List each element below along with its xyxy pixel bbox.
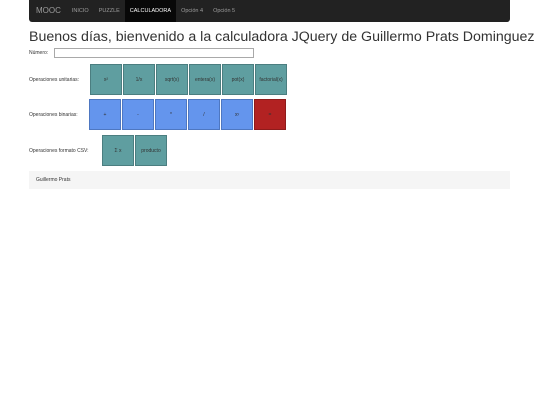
csv-operations-label: Operaciones formato CSV: (29, 148, 89, 154)
nav-item-puzzle[interactable]: PUZZLE (94, 0, 125, 22)
reciprocal-button[interactable]: 1/x (123, 64, 155, 95)
exponent-button[interactable]: xʸ (221, 99, 253, 130)
binary-operations-label: Operaciones binarias: (29, 112, 78, 118)
csv-operations-buttons: Σ x producto (102, 135, 167, 166)
subtract-button[interactable]: - (122, 99, 154, 130)
numero-label: Número: (29, 50, 49, 56)
integer-part-button[interactable]: entera(x) (189, 64, 221, 95)
nav-item-inicio[interactable]: INICIO (67, 0, 94, 22)
sqrt-button[interactable]: sqrt(x) (156, 64, 188, 95)
multiply-button[interactable]: * (155, 99, 187, 130)
nav-item-opcion-4[interactable]: Opción 4 (176, 0, 208, 22)
sum-button[interactable]: Σ x (102, 135, 134, 166)
numero-input[interactable] (54, 48, 254, 58)
binary-operations-buttons: + - * / xʸ = (89, 99, 286, 130)
unitary-operations-label: Operaciones unitarias: (29, 77, 80, 83)
page-title: Buenos días, bienvenido a la calculadora… (29, 29, 535, 45)
top-navbar: MOOC INICIO PUZZLE CALCULADORA Opción 4 … (29, 0, 510, 22)
divide-button[interactable]: / (188, 99, 220, 130)
unitary-operations-buttons: x² 1/x sqrt(x) entera(x) pot(x) factoria… (90, 64, 287, 95)
nav-item-opcion-5[interactable]: Opción 5 (208, 0, 240, 22)
factorial-button[interactable]: factorial(x) (255, 64, 287, 95)
add-button[interactable]: + (89, 99, 121, 130)
footer-text: Guillermo Prats (36, 177, 71, 183)
equals-button[interactable]: = (254, 99, 286, 130)
power-button[interactable]: pot(x) (222, 64, 254, 95)
nav-item-calculadora[interactable]: CALCULADORA (124, 0, 177, 22)
product-button[interactable]: producto (135, 135, 167, 166)
footer: Guillermo Prats (29, 171, 510, 189)
navbar-brand[interactable]: MOOC (29, 0, 67, 22)
square-button[interactable]: x² (90, 64, 122, 95)
